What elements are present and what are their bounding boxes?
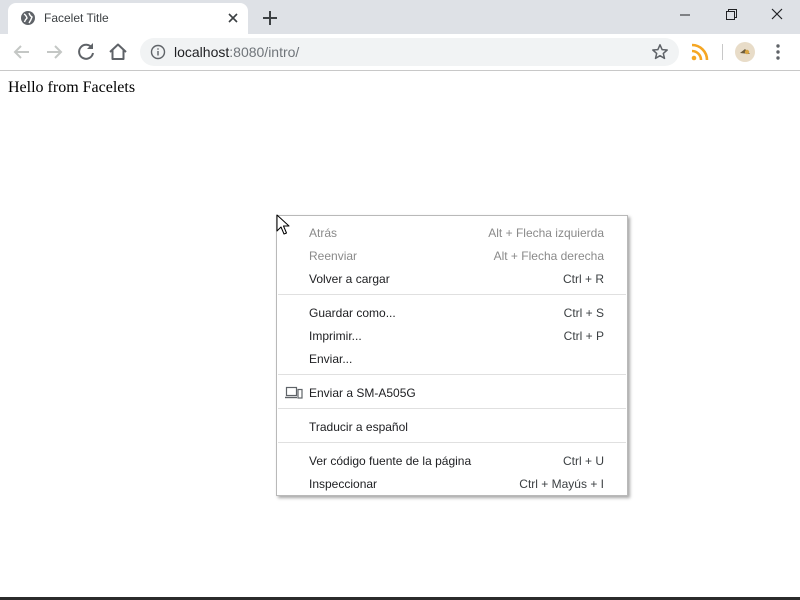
menu-item-inspect[interactable]: Inspeccionar Ctrl + Mayús + I bbox=[277, 472, 627, 495]
context-menu: Atrás Alt + Flecha izquierda Reenviar Al… bbox=[276, 215, 628, 496]
arrow-back-icon[interactable] bbox=[10, 40, 34, 64]
kebab-menu-icon[interactable] bbox=[766, 40, 790, 64]
menu-item-translate[interactable]: Traducir a español bbox=[277, 415, 627, 438]
close-icon[interactable] bbox=[226, 11, 240, 25]
menu-item-shortcut: Alt + Flecha izquierda bbox=[488, 226, 604, 240]
menu-item-cast[interactable]: Enviar... bbox=[277, 347, 627, 370]
profile-avatar-icon[interactable] bbox=[733, 40, 757, 64]
home-icon[interactable] bbox=[106, 40, 130, 64]
menu-item-shortcut: Ctrl + R bbox=[562, 272, 604, 286]
url-host: localhost bbox=[174, 44, 230, 60]
arrow-forward-icon[interactable] bbox=[42, 40, 66, 64]
menu-item-label: Inspeccionar bbox=[309, 477, 378, 491]
menu-item-label: Volver a cargar bbox=[309, 272, 390, 286]
globe-icon bbox=[21, 11, 35, 25]
menu-item-forward[interactable]: Reenviar Alt + Flecha derecha bbox=[277, 244, 627, 267]
tab-title: Facelet Title bbox=[44, 11, 109, 25]
toolbar-divider-line bbox=[0, 70, 800, 71]
menu-item-reload[interactable]: Volver a cargar Ctrl + R bbox=[277, 267, 627, 290]
devices-icon bbox=[285, 386, 303, 399]
menu-item-label: Enviar a SM-A505G bbox=[309, 386, 416, 400]
menu-item-save-as[interactable]: Guardar como... Ctrl + S bbox=[277, 301, 627, 324]
menu-item-label: Guardar como... bbox=[309, 306, 396, 320]
menu-item-label: Reenviar bbox=[309, 249, 358, 263]
menu-item-shortcut: Alt + Flecha derecha bbox=[493, 249, 604, 263]
menu-item-label: Ver código fuente de la página bbox=[309, 454, 472, 468]
browser-tab[interactable]: Facelet Title bbox=[8, 3, 248, 34]
menu-item-print[interactable]: Imprimir... Ctrl + P bbox=[277, 324, 627, 347]
info-icon[interactable] bbox=[150, 44, 166, 60]
menu-item-label: Atrás bbox=[309, 226, 338, 240]
address-bar[interactable]: localhost:8080/intro/ bbox=[140, 38, 679, 66]
menu-item-shortcut: Ctrl + P bbox=[563, 329, 604, 343]
menu-item-label: Imprimir... bbox=[309, 329, 362, 343]
toolbar-divider bbox=[722, 44, 723, 60]
tab-strip: Facelet Title bbox=[0, 0, 800, 34]
menu-item-label: Enviar... bbox=[309, 352, 353, 366]
rss-icon[interactable] bbox=[689, 41, 711, 63]
url-text[interactable]: localhost:8080/intro/ bbox=[174, 44, 299, 60]
menu-separator bbox=[278, 294, 626, 295]
reload-icon[interactable] bbox=[74, 40, 98, 64]
restore-icon[interactable] bbox=[708, 0, 754, 30]
menu-separator bbox=[278, 442, 626, 443]
url-path: :8080/intro/ bbox=[229, 44, 300, 60]
star-icon[interactable] bbox=[651, 43, 669, 61]
menu-separator bbox=[278, 408, 626, 409]
page-body-text: Hello from Facelets bbox=[8, 79, 136, 96]
browser-toolbar: localhost:8080/intro/ bbox=[0, 34, 800, 70]
menu-item-send-to-device[interactable]: Enviar a SM-A505G bbox=[277, 381, 627, 404]
menu-item-shortcut: Ctrl + S bbox=[563, 306, 604, 320]
menu-item-label: Traducir a español bbox=[309, 420, 408, 434]
minimize-icon[interactable] bbox=[662, 0, 708, 30]
menu-item-view-source[interactable]: Ver código fuente de la página Ctrl + U bbox=[277, 449, 627, 472]
menu-item-shortcut: Ctrl + U bbox=[562, 454, 604, 468]
window-close-icon[interactable] bbox=[754, 0, 800, 30]
menu-separator bbox=[278, 374, 626, 375]
menu-item-back[interactable]: Atrás Alt + Flecha izquierda bbox=[277, 221, 627, 244]
plus-icon[interactable] bbox=[258, 6, 282, 30]
menu-item-shortcut: Ctrl + Mayús + I bbox=[519, 477, 604, 491]
